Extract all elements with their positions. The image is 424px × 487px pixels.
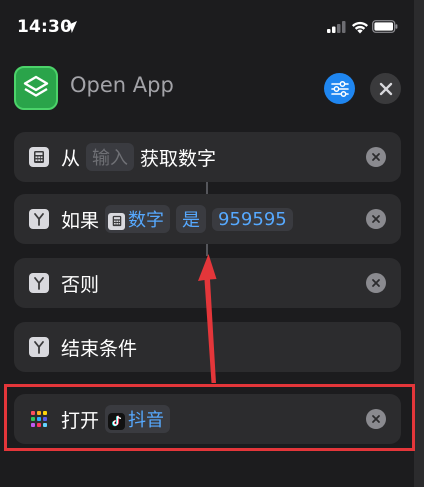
branch-icon [29, 337, 49, 357]
branch-icon [29, 273, 49, 293]
condition-operator[interactable]: 是 [176, 205, 207, 233]
flow-connector [206, 182, 208, 194]
close-icon [372, 279, 380, 287]
number-variable-token[interactable]: 数字 [105, 205, 171, 233]
status-bar: 14:30 [0, 0, 414, 52]
action-get-numbers[interactable]: 从 输入 获取数字 [14, 132, 401, 182]
remove-action-button[interactable] [366, 147, 386, 167]
close-icon [379, 82, 392, 95]
flow-connector [206, 244, 208, 256]
settings-button[interactable] [324, 73, 355, 104]
input-variable-token[interactable]: 输入 [86, 143, 135, 171]
wifi-icon [352, 21, 368, 34]
shortcuts-logo-icon [23, 75, 49, 97]
shortcuts-app-icon[interactable] [14, 66, 58, 110]
calculator-icon [29, 147, 49, 167]
close-button[interactable] [370, 73, 401, 104]
action-end-if[interactable]: 结束条件 [14, 322, 401, 372]
highlight-annotation-box [4, 384, 415, 451]
remove-action-button[interactable] [366, 209, 386, 229]
battery-icon [372, 20, 398, 33]
action-if-text: 如果 数字 是 959595 [61, 205, 293, 233]
close-icon [372, 153, 380, 161]
branch-icon [29, 209, 49, 229]
action-suffix: 获取数字 [140, 147, 217, 170]
action-if[interactable]: 如果 数字 是 959595 [14, 194, 401, 244]
shortcut-title[interactable]: Open App [70, 73, 174, 97]
sliders-icon [330, 80, 349, 97]
action-otherwise-label: 否则 [61, 273, 100, 296]
action-get-numbers-text: 从 输入 获取数字 [61, 143, 217, 171]
cellular-signal-icon [327, 21, 346, 33]
action-otherwise[interactable]: 否则 [14, 258, 401, 308]
calculator-icon [108, 212, 126, 230]
condition-value[interactable]: 959595 [212, 207, 293, 231]
action-end-if-label: 结束条件 [61, 337, 138, 360]
action-prefix: 如果 [61, 209, 100, 232]
location-arrow-icon [65, 21, 77, 33]
remove-action-button[interactable] [366, 273, 386, 293]
number-variable-label: 数字 [128, 210, 165, 231]
action-prefix: 从 [61, 147, 81, 170]
close-icon [372, 215, 380, 223]
